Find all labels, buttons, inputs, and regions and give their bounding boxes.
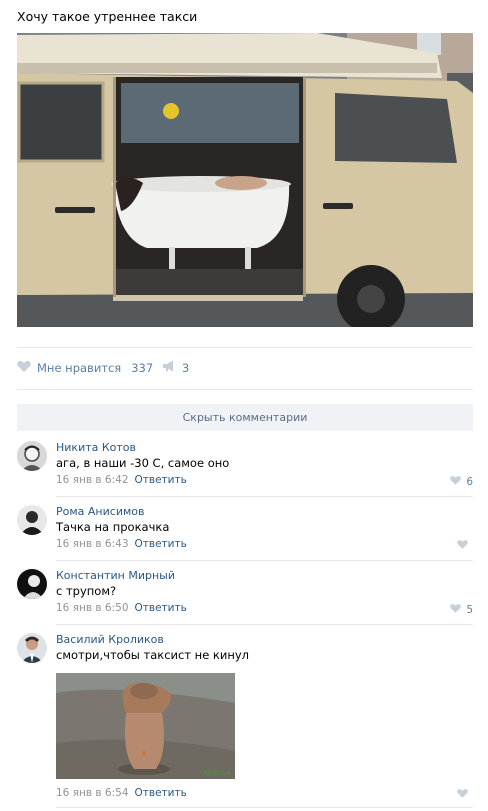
comment-meta: 16 янв в 6:43 Ответить: [56, 538, 187, 550]
heart-icon: [457, 788, 468, 801]
comment-like-button[interactable]: [457, 788, 473, 801]
like-count: 337: [131, 360, 154, 375]
comment: Никита Котов ага, в наши -30 С, самое он…: [17, 441, 473, 497]
comment-like-button[interactable]: [457, 539, 473, 552]
heart-icon: [17, 360, 31, 375]
divider: [56, 496, 473, 497]
comment-like-button[interactable]: 5: [450, 603, 473, 616]
comment-text: смотри,чтобы таксист не кинул: [56, 648, 250, 662]
post-photo[interactable]: [17, 33, 473, 327]
share-button[interactable]: 3: [162, 360, 189, 375]
comment-author[interactable]: Никита Котов: [56, 441, 136, 454]
comment-date[interactable]: 16 янв в 6:54: [56, 787, 129, 799]
van-photo-illustration: [17, 33, 473, 327]
reply-link[interactable]: Ответить: [135, 538, 187, 550]
comment-date[interactable]: 16 янв в 6:43: [56, 538, 129, 550]
avatar[interactable]: [17, 441, 47, 471]
divider: [56, 624, 473, 625]
like-label: Мне нравится: [37, 360, 122, 375]
heart-icon: [450, 603, 462, 616]
comment-like-count: 5: [466, 603, 473, 616]
hide-comments-button[interactable]: Скрыть комментарии: [17, 404, 473, 431]
comment-attachment-photo[interactable]: fishki.net: [56, 673, 235, 779]
comment-text: с трупом?: [56, 584, 117, 598]
comment: Рома Анисимов Тачка на прокачка 16 янв в…: [17, 505, 473, 561]
comment-text: Тачка на прокачка: [56, 520, 170, 534]
comment-date[interactable]: 16 янв в 6:50: [56, 602, 129, 614]
comment-author[interactable]: Рома Анисимов: [56, 505, 144, 518]
comment-meta: 16 янв в 6:54 Ответить: [56, 787, 187, 799]
comment-meta: 16 янв в 6:50 Ответить: [56, 602, 187, 614]
comment-author[interactable]: Константин Мирный: [56, 569, 175, 582]
comment-like-button[interactable]: 6: [450, 475, 473, 488]
watermark: fishki.net: [203, 770, 231, 777]
reply-link[interactable]: Ответить: [135, 474, 187, 486]
comment: Василий Кроликов смотри,чтобы таксист не…: [17, 633, 473, 808]
heart-icon: [457, 539, 468, 552]
reply-link[interactable]: Ответить: [135, 787, 187, 799]
comment-like-count: 6: [466, 475, 473, 488]
heart-icon: [450, 475, 462, 488]
comment-text: ага, в наши -30 С, самое оно: [56, 456, 230, 470]
avatar[interactable]: [17, 633, 47, 663]
mud-photo-illustration: [56, 673, 235, 779]
comment-author[interactable]: Василий Кроликов: [56, 633, 164, 646]
comment-meta: 16 янв в 6:42 Ответить: [56, 474, 187, 486]
divider: [17, 347, 473, 348]
megaphone-icon: [162, 360, 176, 375]
divider: [17, 389, 473, 390]
avatar[interactable]: [17, 505, 47, 535]
post-text: Хочу такое утреннее такси: [17, 9, 198, 24]
divider: [56, 807, 473, 808]
like-button[interactable]: Мне нравится 337: [17, 360, 153, 375]
divider: [56, 560, 473, 561]
comment: Константин Мирный с трупом? 16 янв в 6:5…: [17, 569, 473, 625]
avatar[interactable]: [17, 569, 47, 599]
comment-date[interactable]: 16 янв в 6:42: [56, 474, 129, 486]
reply-link[interactable]: Ответить: [135, 602, 187, 614]
share-count: 3: [182, 360, 190, 375]
